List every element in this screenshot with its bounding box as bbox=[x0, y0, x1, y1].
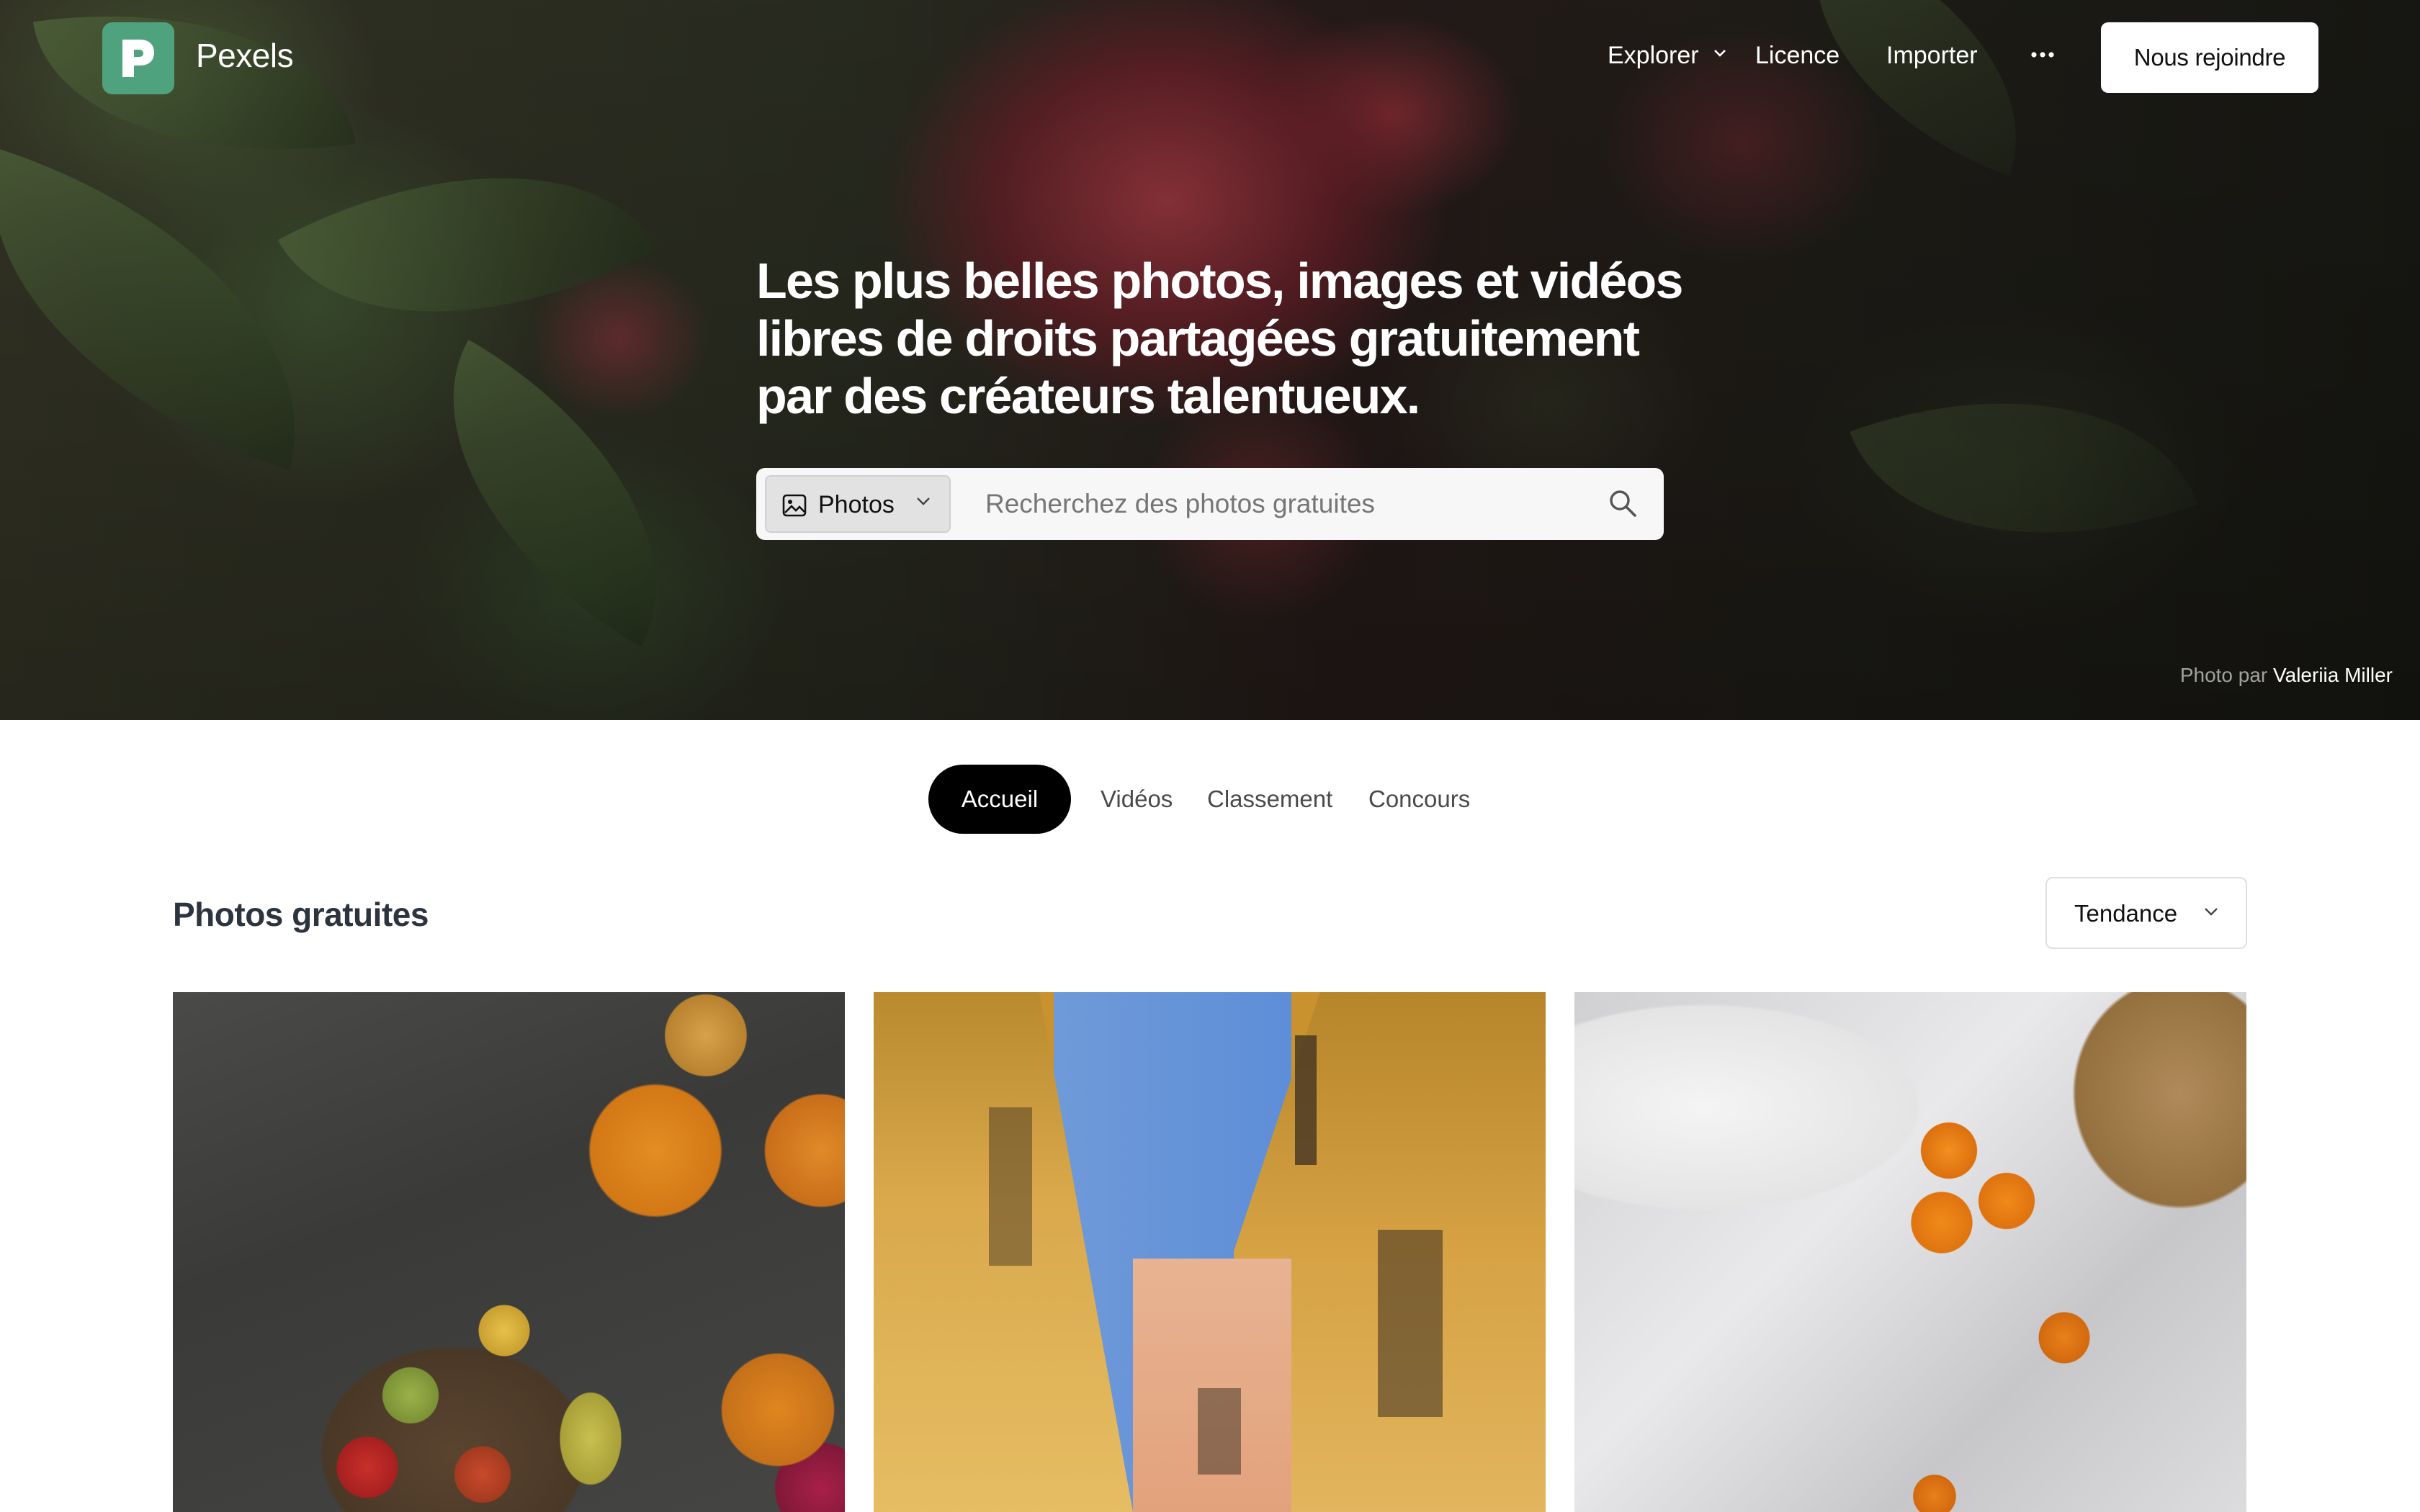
chevron-down-icon bbox=[917, 498, 930, 505]
section-title: Photos gratuites bbox=[173, 896, 429, 933]
tab-classement[interactable]: Classement bbox=[1207, 765, 1332, 834]
search-icon[interactable] bbox=[1608, 488, 1638, 518]
nav-importer[interactable]: Importer bbox=[1886, 42, 1978, 70]
photo-window bbox=[1378, 1230, 1443, 1417]
search-input[interactable] bbox=[985, 482, 1576, 526]
join-button[interactable]: Nous rejoindre bbox=[2101, 22, 2318, 93]
hero-banner: Pexels Explorer Licence Importer Nous re… bbox=[0, 0, 2420, 720]
tab-videos[interactable]: Vidéos bbox=[1101, 765, 1173, 834]
search-type-label: Photos bbox=[818, 491, 895, 518]
photo-card[interactable] bbox=[1574, 992, 2246, 1512]
photo-credit-author[interactable]: Valeriia Miller bbox=[2273, 664, 2393, 686]
photo-card[interactable] bbox=[874, 992, 1546, 1512]
photo-card[interactable] bbox=[173, 992, 845, 1512]
image-icon bbox=[782, 494, 807, 517]
brand-name[interactable]: Pexels bbox=[196, 36, 294, 75]
tab-accueil[interactable]: Accueil bbox=[928, 765, 1071, 834]
tab-concours[interactable]: Concours bbox=[1368, 765, 1470, 834]
pexels-logo-icon bbox=[122, 40, 154, 77]
photo-credit-prefix: Photo par bbox=[2179, 664, 2268, 686]
sort-label: Tendance bbox=[2074, 900, 2178, 927]
search-bar: Photos bbox=[756, 468, 1664, 540]
sort-select[interactable]: Tendance bbox=[2045, 877, 2247, 949]
chevron-down-icon bbox=[2205, 908, 2218, 916]
hero-title: Les plus belles photos, images et vidéos… bbox=[756, 253, 1683, 424]
chevron-down-icon[interactable] bbox=[1713, 49, 1726, 58]
nav-licence[interactable]: Licence bbox=[1755, 42, 1839, 70]
photo-window bbox=[989, 1107, 1032, 1266]
photo-window bbox=[1198, 1388, 1241, 1475]
nav-explorer[interactable]: Explorer bbox=[1608, 42, 1699, 70]
photo-window bbox=[1295, 1035, 1317, 1165]
photo-credit: Photo par Valeriia Miller bbox=[2180, 664, 2393, 687]
more-icon[interactable] bbox=[2028, 48, 2057, 62]
page: Pexels Explorer Licence Importer Nous re… bbox=[0, 0, 2420, 1512]
pexels-logo[interactable] bbox=[102, 22, 174, 94]
search-type-select[interactable]: Photos bbox=[765, 475, 951, 533]
